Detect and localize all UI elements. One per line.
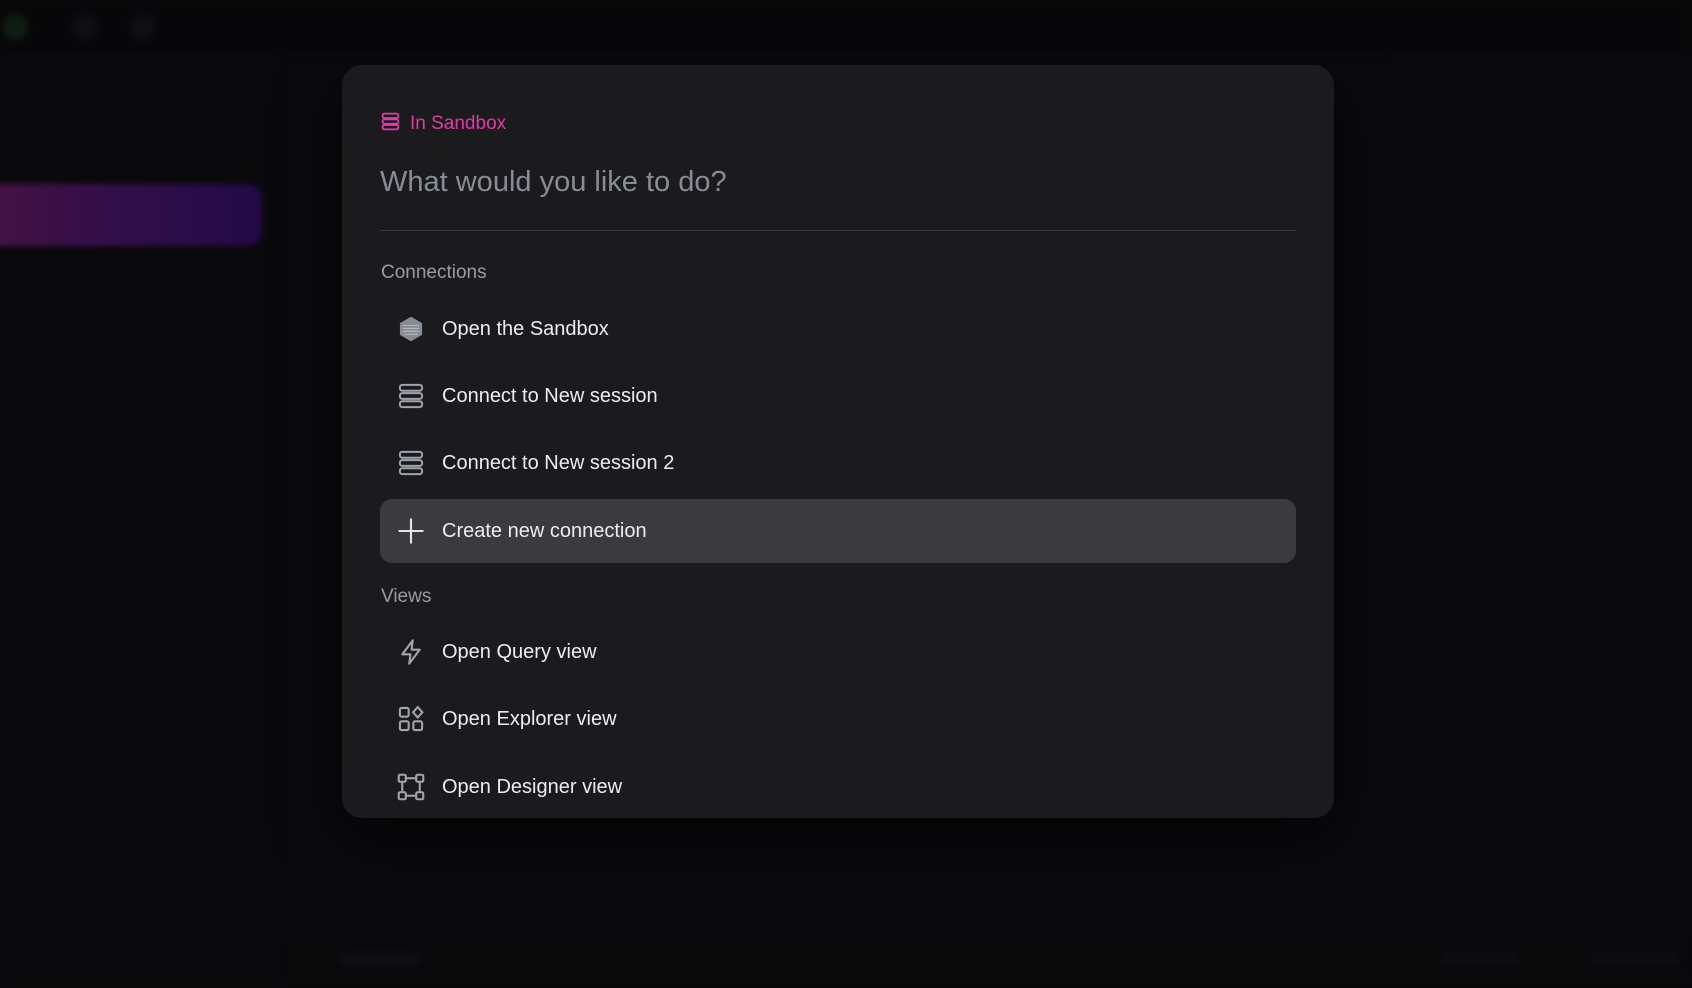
- command-open-explorer-view[interactable]: Open Explorer view: [380, 687, 1296, 751]
- database-icon: [380, 431, 442, 495]
- command-connect-new-session[interactable]: Connect to New session: [380, 364, 1296, 428]
- command-connect-new-session-2[interactable]: Connect to New session 2: [380, 431, 1296, 495]
- command-label: Open Designer view: [442, 775, 623, 798]
- database-icon: [380, 364, 442, 428]
- command-label: Open Explorer view: [442, 707, 617, 730]
- section-title-views: Views: [381, 586, 432, 607]
- command-search-input[interactable]: [380, 153, 1294, 211]
- lightning-icon: [380, 620, 442, 684]
- command-open-designer-view[interactable]: Open Designer view: [380, 755, 1296, 818]
- command-label: Open the Sandbox: [442, 317, 609, 340]
- divider: [380, 230, 1296, 231]
- command-open-query-view[interactable]: Open Query view: [380, 620, 1296, 684]
- command-label: Connect to New session: [442, 384, 658, 407]
- command-label: Connect to New session 2: [442, 451, 675, 474]
- database-icon: [380, 111, 401, 138]
- command-palette: In Sandbox Connections Open the Sandbox: [342, 65, 1334, 818]
- section-title-connections: Connections: [381, 262, 487, 283]
- scope-label: In Sandbox: [410, 113, 507, 134]
- command-label: Create new connection: [442, 519, 647, 542]
- cube-icon: [380, 297, 442, 361]
- command-open-sandbox[interactable]: Open the Sandbox: [380, 297, 1296, 361]
- diagram-icon: [380, 755, 442, 818]
- scope-indicator: In Sandbox: [380, 109, 506, 139]
- grid-shapes-icon: [380, 687, 442, 751]
- plus-icon: [380, 499, 442, 563]
- command-label: Open Query view: [442, 640, 597, 663]
- command-create-new-connection[interactable]: Create new connection: [380, 499, 1296, 563]
